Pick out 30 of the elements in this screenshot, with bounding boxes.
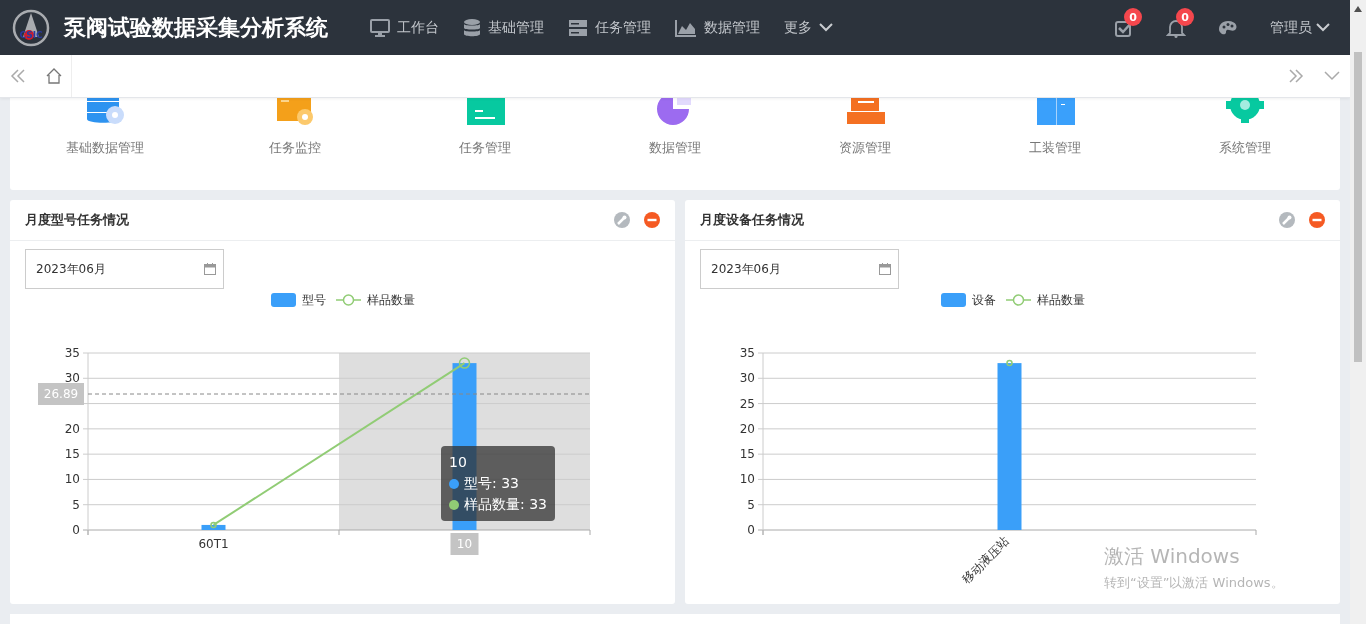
- tooltip-title: 10: [449, 454, 467, 470]
- axis-label: 30: [64, 371, 80, 386]
- tooltip-value: 型号: 33: [464, 474, 519, 493]
- axis-label: 35: [64, 346, 80, 360]
- panel-title: 月度设备任务情况: [700, 211, 804, 229]
- axis-label: 10: [456, 537, 473, 551]
- axis-label: 0: [72, 523, 80, 537]
- axis-label: 15: [739, 447, 755, 462]
- logo-icon: CSIC: [12, 8, 50, 47]
- axis-pointer-label: 26.89: [38, 383, 84, 405]
- axis-label: 20: [739, 421, 755, 436]
- axis-label: 25: [739, 396, 755, 411]
- axis-label: 10: [64, 472, 80, 487]
- axis-label: 移动液压站: [959, 534, 1012, 587]
- activation-hint: 转到“设置”以激活 Windows。: [1104, 574, 1284, 592]
- axis-label: 15: [64, 447, 80, 462]
- axis-label: 5: [72, 497, 80, 512]
- activation-notice: 激活 Windows: [1104, 543, 1241, 570]
- axis-label: 60T1: [198, 537, 229, 551]
- tooltip-value: 样品数量: 33: [464, 495, 547, 514]
- panel-title: 月度型号任务情况: [25, 211, 129, 229]
- count-badge: 0: [1176, 8, 1194, 26]
- axis-label: 20: [64, 421, 80, 436]
- axis-label: 0: [747, 523, 755, 537]
- axis-label: 35: [739, 346, 755, 360]
- app-title: 泵阀试验数据采集分析系统: [64, 13, 328, 42]
- axis-label: 5: [747, 497, 755, 512]
- axis-label: 10: [739, 472, 755, 487]
- count-badge: 0: [1124, 8, 1142, 26]
- axis-label: 30: [739, 371, 755, 386]
